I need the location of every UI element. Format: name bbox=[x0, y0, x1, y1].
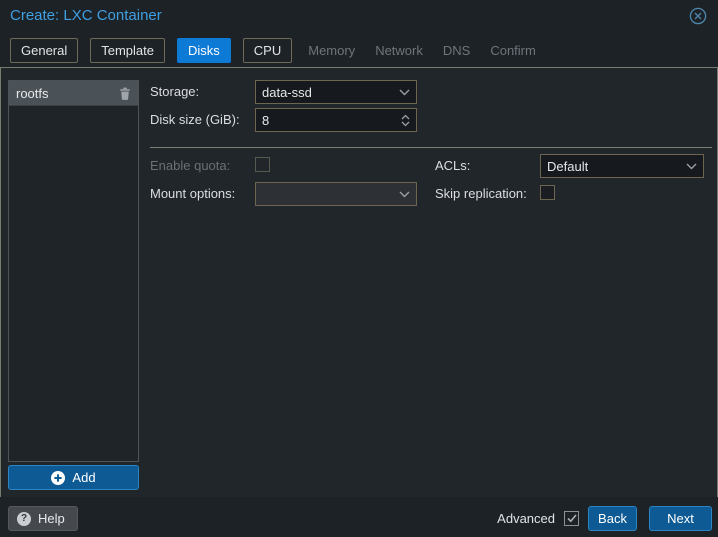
footer-toolbar: ? Help Advanced Back Next bbox=[0, 497, 718, 537]
tab-network: Network bbox=[371, 39, 427, 62]
close-icon[interactable] bbox=[689, 7, 707, 25]
chevron-down-icon bbox=[399, 89, 410, 96]
enable-quota-checkbox bbox=[255, 157, 270, 172]
check-icon bbox=[567, 514, 577, 523]
help-button-label: Help bbox=[38, 511, 65, 526]
mount-options-select[interactable] bbox=[255, 182, 417, 206]
chevron-down-icon bbox=[399, 191, 410, 198]
dialog-title: Create: LXC Container bbox=[10, 7, 162, 24]
tab-general[interactable]: General bbox=[10, 38, 78, 63]
mount-options-label: Mount options: bbox=[150, 186, 235, 201]
disk-size-label: Disk size (GiB): bbox=[150, 112, 240, 127]
back-button[interactable]: Back bbox=[588, 506, 637, 531]
list-item-rootfs[interactable]: rootfs bbox=[9, 81, 138, 106]
create-lxc-container-dialog: Create: LXC Container General Template D… bbox=[0, 0, 718, 537]
next-button-label: Next bbox=[667, 511, 694, 526]
skip-replication-checkbox[interactable] bbox=[540, 185, 555, 200]
tab-confirm: Confirm bbox=[486, 39, 540, 62]
advanced-checkbox[interactable] bbox=[564, 511, 579, 526]
list-item-label: rootfs bbox=[16, 86, 49, 101]
add-button[interactable]: Add bbox=[8, 465, 139, 490]
tab-memory: Memory bbox=[304, 39, 359, 62]
trash-icon[interactable] bbox=[119, 87, 131, 100]
help-button[interactable]: ? Help bbox=[8, 506, 78, 531]
add-button-label: Add bbox=[72, 470, 95, 485]
section-divider bbox=[150, 147, 712, 148]
tab-disks[interactable]: Disks bbox=[177, 38, 231, 63]
back-button-label: Back bbox=[598, 511, 627, 526]
storage-label: Storage: bbox=[150, 84, 199, 99]
footer-right-group: Advanced Back Next bbox=[497, 506, 712, 531]
tab-template[interactable]: Template bbox=[90, 38, 165, 63]
acls-value: Default bbox=[547, 159, 588, 174]
spinner-up-down-icon[interactable] bbox=[401, 114, 410, 127]
tab-cpu[interactable]: CPU bbox=[243, 38, 292, 63]
storage-select[interactable]: data-ssd bbox=[255, 80, 417, 104]
acls-select[interactable]: Default bbox=[540, 154, 704, 178]
mountpoint-list[interactable]: rootfs bbox=[8, 80, 139, 462]
tab-bar: General Template Disks CPU Memory Networ… bbox=[10, 37, 540, 63]
acls-label: ACLs: bbox=[435, 158, 470, 173]
disk-size-value: 8 bbox=[262, 113, 269, 128]
content-panel: rootfs Add Storage: bbox=[0, 67, 718, 498]
next-button[interactable]: Next bbox=[649, 506, 712, 531]
plus-circle-icon bbox=[51, 471, 65, 485]
chevron-down-icon bbox=[686, 163, 697, 170]
tab-dns: DNS bbox=[439, 39, 474, 62]
storage-value: data-ssd bbox=[262, 85, 312, 100]
advanced-label: Advanced bbox=[497, 511, 555, 526]
question-circle-icon: ? bbox=[17, 512, 31, 526]
skip-replication-label: Skip replication: bbox=[435, 186, 527, 201]
disk-size-spinner[interactable]: 8 bbox=[255, 108, 417, 132]
enable-quota-label: Enable quota: bbox=[150, 158, 230, 173]
